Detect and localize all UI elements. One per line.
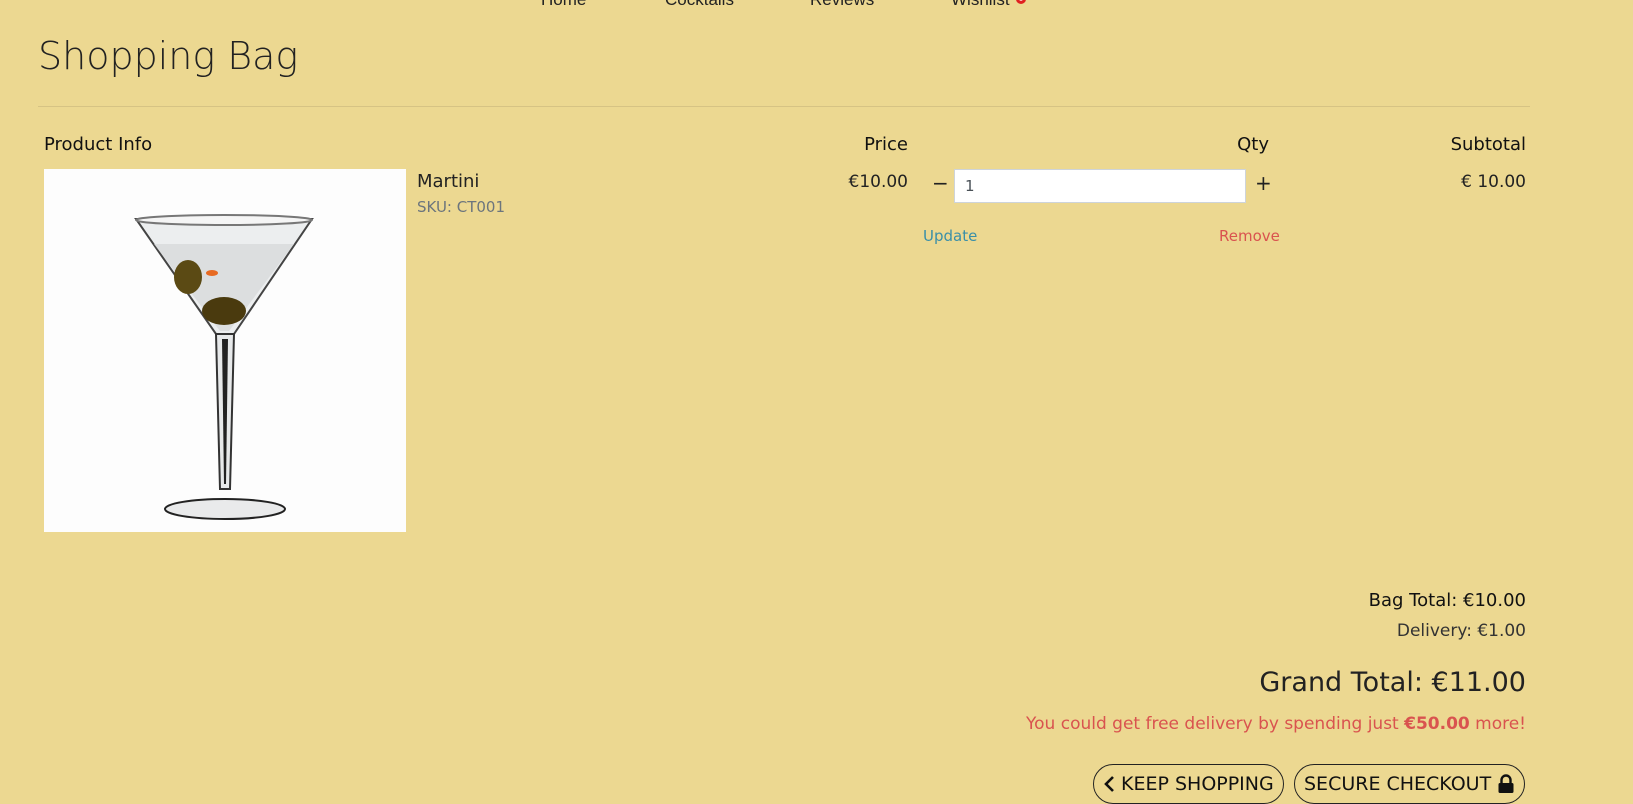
delivery-cost: Delivery: €1.00 [1396, 621, 1526, 641]
item-subtotal: € 10.00 [1461, 172, 1526, 192]
product-price: €10.00 [848, 172, 908, 192]
wishlist-count-badge: 0 [1016, 0, 1026, 4]
bag-total: Bag Total: €10.00 [1368, 590, 1526, 611]
keep-shopping-button[interactable]: KEEP SHOPPING [1093, 764, 1284, 804]
product-name: Martini [417, 171, 480, 192]
decrement-qty-button[interactable]: − [932, 173, 949, 193]
product-sku: SKU: CT001 [417, 198, 506, 216]
nav-item-cocktails[interactable]: Cocktails [665, 0, 734, 10]
update-link[interactable]: Update [923, 227, 977, 245]
keep-shopping-label: KEEP SHOPPING [1121, 773, 1274, 795]
lock-icon [1497, 774, 1515, 794]
grand-total: Grand Total: €11.00 [1259, 667, 1526, 698]
free-delivery-suffix: more! [1469, 714, 1526, 734]
title-divider [38, 106, 1530, 107]
secure-checkout-label: SECURE CHECKOUT [1304, 773, 1492, 795]
top-nav: Home Cocktails Reviews Wishlist 0 [0, 0, 1633, 12]
header-product-info: Product Info [44, 134, 153, 155]
martini-glass-image [44, 169, 406, 532]
secure-checkout-button[interactable]: SECURE CHECKOUT [1294, 764, 1526, 804]
remove-link[interactable]: Remove [1219, 227, 1280, 245]
header-price: Price [864, 134, 908, 155]
free-delivery-notice: You could get free delivery by spending … [1026, 714, 1526, 734]
chevron-left-icon [1103, 775, 1115, 793]
free-delivery-amount: €50.00 [1404, 714, 1470, 734]
quantity-input[interactable] [954, 169, 1246, 203]
nav-item-home[interactable]: Home [541, 0, 586, 10]
header-subtotal: Subtotal [1450, 134, 1526, 155]
nav-item-wishlist[interactable]: Wishlist [951, 0, 1010, 10]
header-qty: Qty [1237, 134, 1269, 155]
nav-item-reviews[interactable]: Reviews [810, 0, 874, 10]
page-title: Shopping Bag [38, 34, 299, 78]
increment-qty-button[interactable]: + [1255, 173, 1272, 193]
free-delivery-prefix: You could get free delivery by spending … [1026, 714, 1405, 734]
